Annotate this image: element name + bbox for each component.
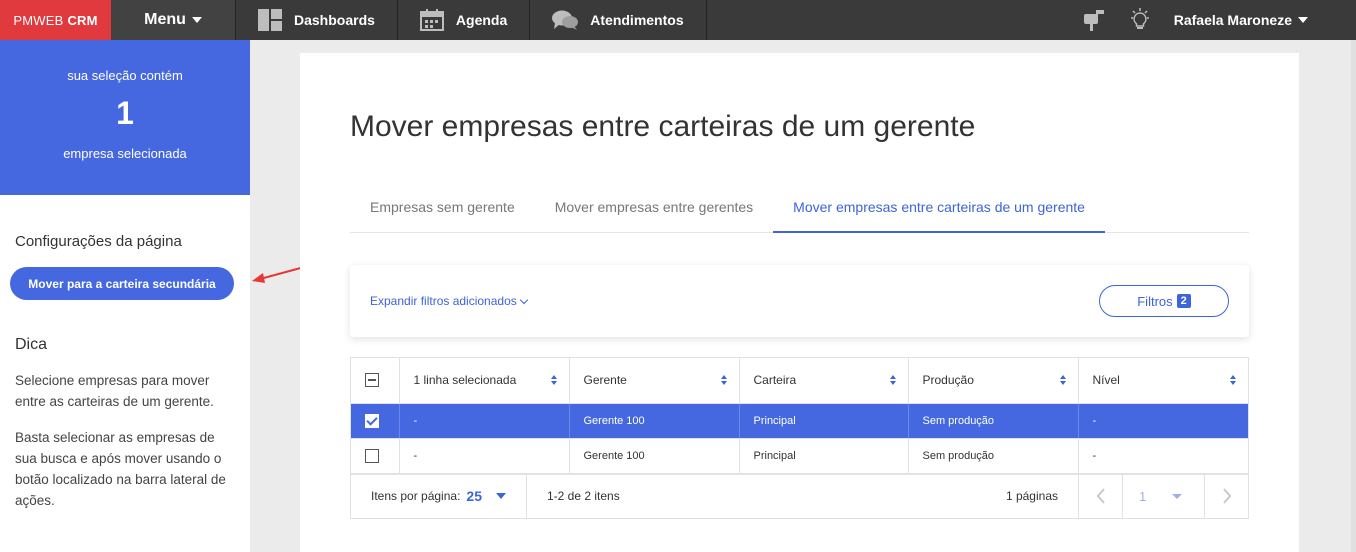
menu-button[interactable]: Menu: [111, 0, 236, 40]
tip-heading: Dica: [15, 336, 48, 353]
tab-mover-entre-carteiras[interactable]: Mover empresas entre carteiras de um ger…: [773, 189, 1105, 233]
page-title: Mover empresas entre carteiras de um ger…: [350, 110, 976, 143]
table-cell: -: [399, 438, 570, 474]
nav-dashboards-label: Dashboards: [294, 12, 375, 28]
table-pager: Itens por página: 25 1-2 de 2 itens 1 pá…: [351, 473, 1248, 518]
calendar-icon: [419, 9, 444, 31]
table-cell: Principal: [739, 438, 909, 474]
user-name: Rafaela Maroneze: [1173, 12, 1292, 28]
column-header-carteira[interactable]: Carteira: [739, 358, 909, 404]
table-cell: -: [399, 403, 570, 439]
menu-label: Menu: [144, 11, 186, 28]
per-page-select[interactable]: Itens por página: 25: [351, 474, 527, 518]
tab-mover-entre-gerentes[interactable]: Mover empresas entre gerentes: [535, 189, 773, 233]
current-page: 1: [1139, 488, 1147, 504]
column-header-label: Gerente: [583, 373, 627, 388]
filters-label: Filtros: [1137, 293, 1173, 309]
nav-atendimentos[interactable]: Atendimentos: [530, 0, 707, 40]
selection-top-text: sua seleção contém: [67, 68, 183, 83]
column-header-label: Nível: [1092, 373, 1120, 388]
row-checkbox-cell: [351, 438, 400, 474]
column-header-label: Carteira: [753, 373, 797, 388]
chat-icon: [552, 10, 579, 30]
selection-bottom-text: empresa selecionada: [63, 146, 187, 161]
expand-filters-link[interactable]: Expandir filtros adicionados: [370, 294, 528, 308]
nav-dashboards[interactable]: Dashboards: [236, 0, 398, 40]
lightbulb-icon[interactable]: [1128, 8, 1152, 32]
table-cell: -: [1078, 438, 1248, 474]
pages-count: 1 páginas: [1005, 489, 1058, 503]
items-range: 1-2 de 2 itens: [547, 489, 620, 503]
table-header-row: 1 linha selecionada Gerente Carteira Pro…: [351, 358, 1248, 404]
table-row[interactable]: - Gerente 100 Principal Sem produção -: [351, 403, 1248, 439]
chevron-down-icon: [1298, 17, 1308, 23]
table-cell: Gerente 100: [569, 403, 740, 439]
column-header-label: Produção: [922, 373, 974, 388]
nav-atendimentos-label: Atendimentos: [590, 12, 684, 28]
chevron-left-icon: [1096, 488, 1105, 504]
row-checkbox[interactable]: [365, 413, 379, 428]
table-cell: -: [1078, 403, 1248, 439]
row-checkbox-cell: [351, 403, 400, 439]
filters-panel: Expandir filtros adicionados Filtros 2: [350, 265, 1249, 337]
top-right-actions: Rafaela Maroneze: [1082, 0, 1356, 40]
expand-filters-label: Expandir filtros adicionados: [370, 294, 517, 308]
brand-logo[interactable]: PMWEB CRM: [0, 0, 111, 40]
chevron-down-icon: [191, 17, 202, 23]
sort-icon: [720, 375, 727, 386]
table-cell: Sem produção: [908, 438, 1079, 474]
select-all-cell: [351, 358, 400, 404]
table-cell: Gerente 100: [569, 438, 740, 474]
move-to-secondary-button[interactable]: Mover para a carteira secundária: [10, 267, 234, 300]
chevron-down-icon: [1172, 493, 1183, 499]
per-page-value: 25: [466, 488, 482, 504]
nav-agenda-label: Agenda: [455, 12, 508, 28]
table-cell: Principal: [739, 403, 909, 439]
sort-icon: [1059, 375, 1066, 386]
companies-table: 1 linha selecionada Gerente Carteira Pro…: [350, 357, 1249, 519]
filters-count-badge: 2: [1176, 294, 1191, 308]
brand-suffix: CRM: [67, 12, 98, 28]
sort-icon: [550, 375, 557, 386]
chevron-down-icon: [519, 295, 528, 304]
config-heading: Configurações da página: [15, 233, 182, 250]
user-menu[interactable]: Rafaela Maroneze: [1174, 12, 1308, 28]
top-bar: PMWEB CRM Menu Dashboards Agenda Atendim…: [0, 0, 1356, 40]
per-page-label: Itens por página:: [371, 489, 461, 503]
table-row[interactable]: - Gerente 100 Principal Sem produção -: [351, 438, 1248, 474]
column-header-producao[interactable]: Produção: [908, 358, 1079, 404]
sidebar: sua seleção contém 1 empresa selecionada…: [0, 40, 250, 552]
next-page-button[interactable]: [1204, 474, 1248, 518]
column-header-nivel[interactable]: Nível: [1078, 358, 1248, 404]
sort-icon: [1230, 375, 1236, 386]
sort-icon: [889, 375, 896, 386]
tip-paragraph-1: Selecione empresas para mover entre as c…: [15, 373, 214, 409]
chevron-right-icon: [1222, 488, 1231, 504]
page-scrollbar[interactable]: [1351, 40, 1356, 552]
tab-empresas-sem-gerente[interactable]: Empresas sem gerente: [350, 189, 535, 233]
filters-button[interactable]: Filtros 2: [1099, 285, 1229, 317]
main-card: Mover empresas entre carteiras de um ger…: [300, 53, 1299, 552]
tip-paragraph-2: Basta selecionar as empresas de sua busc…: [15, 430, 226, 508]
row-checkbox[interactable]: [365, 448, 379, 463]
dashboard-icon: [258, 9, 282, 31]
previous-page-button[interactable]: [1078, 474, 1122, 518]
nav-agenda[interactable]: Agenda: [398, 0, 531, 40]
chevron-down-icon: [495, 493, 506, 499]
brand-prefix: PMWEB: [13, 12, 64, 28]
table-cell: Sem produção: [908, 403, 1079, 439]
column-header-selection[interactable]: 1 linha selecionada: [399, 358, 570, 404]
column-header-gerente[interactable]: Gerente: [569, 358, 740, 404]
page-select[interactable]: 1: [1122, 474, 1204, 518]
column-header-label: 1 linha selecionada: [413, 373, 517, 388]
selection-count: 1: [116, 95, 134, 131]
mailbox-icon[interactable]: [1082, 8, 1106, 32]
tab-bar: Empresas sem gerente Mover empresas entr…: [350, 189, 1249, 233]
select-all-checkbox[interactable]: [365, 373, 379, 388]
selection-summary: sua seleção contém 1 empresa selecionada: [0, 40, 250, 195]
